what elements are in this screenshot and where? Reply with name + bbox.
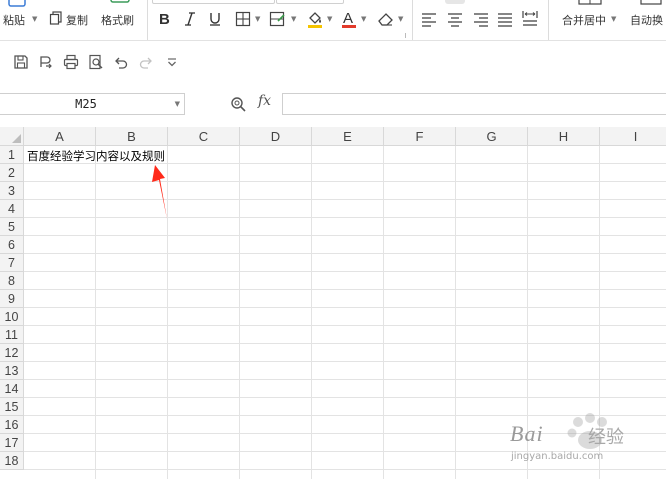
row-header-13[interactable]: 13 [0,362,24,380]
svg-text:B: B [159,11,170,27]
copy-button[interactable]: 复制 [66,12,88,28]
merge-center-icon [578,0,602,5]
row-header-14[interactable]: 14 [0,380,24,398]
italic-icon[interactable] [184,11,196,27]
watermark-brand-cn: 经验 [588,427,624,448]
cell-a1[interactable]: 百度经验学习内容以及规则 [27,148,165,164]
name-box-value: M25 [75,97,97,111]
name-box-dropdown-caret[interactable]: ▼ [175,100,180,108]
print-preview-icon[interactable] [88,54,104,70]
row-header-8[interactable]: 8 [0,272,24,290]
merge-center-button[interactable]: 合并居中 [562,12,606,28]
name-box[interactable]: M25 ▼ [0,93,185,115]
clear-dropdown-caret[interactable]: ▼ [398,15,403,23]
wrap-text-icon [640,0,662,5]
row-header-18[interactable]: 18 [0,452,24,470]
column-header-b[interactable]: B [96,127,168,146]
formula-input[interactable] [282,93,666,115]
svg-text:A: A [343,10,353,27]
quick-access-toolbar [0,41,666,83]
paste-button[interactable]: 粘贴 [3,12,25,28]
underline-icon[interactable] [208,11,222,27]
save-icon[interactable] [13,54,29,70]
row-header-6[interactable]: 6 [0,236,24,254]
borders-icon[interactable] [235,11,251,27]
align-left-icon[interactable] [421,11,437,27]
ribbon-toolbar: 粘贴 ▼ 复制 格式刷 B ▼ ▼ ▼ A ▼ ▼ 合并居中 ▼ 自动换 [0,0,666,40]
font-color-icon[interactable]: A [341,9,357,29]
select-all-triangle-icon [12,134,21,143]
column-header-i[interactable]: I [600,127,666,146]
select-all-corner[interactable] [0,127,24,146]
formula-bar: M25 ▼ [0,83,666,127]
auto-wrap-button[interactable]: 自动换 [630,12,663,28]
row-header-16[interactable]: 16 [0,416,24,434]
column-header-d[interactable]: D [240,127,312,146]
customize-toolbar-icon[interactable] [164,54,180,70]
font-size-select[interactable] [276,0,344,4]
row-header-15[interactable]: 15 [0,398,24,416]
row-header-10[interactable]: 10 [0,308,24,326]
column-header-e[interactable]: E [312,127,384,146]
column-header-a[interactable]: A [24,127,96,146]
column-header-h[interactable]: H [528,127,600,146]
paste-icon [8,0,26,7]
zoom-function-icon[interactable] [230,96,246,112]
ribbon-separator [548,0,549,40]
column-header-g[interactable]: G [456,127,528,146]
bold-icon[interactable]: B [158,11,172,27]
row-header-17[interactable]: 17 [0,434,24,452]
align-center-icon[interactable] [447,11,463,27]
undo-icon[interactable] [113,54,129,70]
distribute-icon[interactable] [521,9,539,27]
watermark-brand: Bai [510,421,544,446]
ribbon-group-corner [405,33,406,38]
row-header-12[interactable]: 12 [0,344,24,362]
fx-label[interactable]: fx [258,93,271,109]
export-icon[interactable] [38,54,54,70]
format-painter-icon [110,0,130,3]
print-icon[interactable] [63,54,79,70]
cell-style-dropdown-caret[interactable]: ▼ [291,15,296,23]
copy-icon [49,11,62,25]
justify-icon[interactable] [497,11,513,27]
row-header-3[interactable]: 3 [0,182,24,200]
fill-color-icon[interactable] [306,9,324,29]
format-painter-button[interactable]: 格式刷 [101,12,134,28]
align-top-highlight [445,0,465,4]
eraser-icon[interactable] [377,11,395,27]
row-header-2[interactable]: 2 [0,164,24,182]
row-header-5[interactable]: 5 [0,218,24,236]
align-right-icon[interactable] [473,11,489,27]
borders-dropdown-caret[interactable]: ▼ [255,15,260,23]
redo-icon[interactable] [138,54,154,70]
paste-dropdown-caret[interactable]: ▼ [32,15,37,23]
font-name-select[interactable] [152,0,275,4]
ribbon-separator [412,0,413,40]
row-header-1[interactable]: 1 [0,146,24,164]
row-header-9[interactable]: 9 [0,290,24,308]
watermark-url: jingyan.baidu.com [511,451,604,462]
column-header-f[interactable]: F [384,127,456,146]
fill-color-dropdown-caret[interactable]: ▼ [327,15,332,23]
merge-center-dropdown-caret[interactable]: ▼ [611,15,616,23]
row-header-4[interactable]: 4 [0,200,24,218]
ribbon-separator [147,0,148,40]
column-header-c[interactable]: C [168,127,240,146]
row-header-11[interactable]: 11 [0,326,24,344]
cell-style-icon[interactable] [269,11,287,27]
font-color-dropdown-caret[interactable]: ▼ [361,15,366,23]
row-header-7[interactable]: 7 [0,254,24,272]
